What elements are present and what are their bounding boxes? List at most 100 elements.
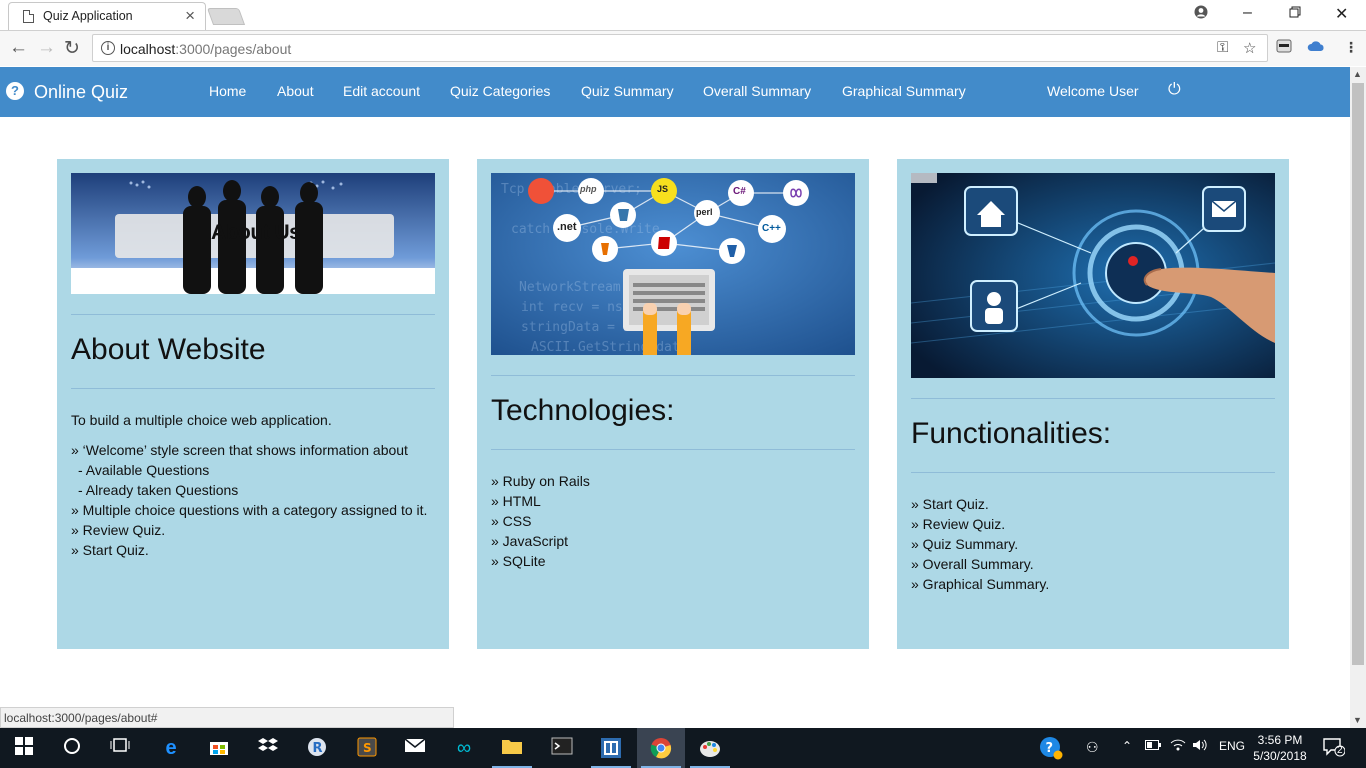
- profile-icon[interactable]: [1194, 5, 1208, 24]
- svg-text:ASCII.GetString(data: ASCII.GetString(data: [531, 340, 688, 355]
- about-heading: About Website: [71, 333, 266, 366]
- about-intro: To build a multiple choice web applicati…: [71, 412, 332, 428]
- forward-icon[interactable]: →: [37, 37, 56, 59]
- browser-toolbar: ← → ↻ i localhost:3000/pages/about ⚿ ☆ ⋮: [0, 30, 1366, 66]
- language-indicator[interactable]: ENG: [1219, 739, 1245, 753]
- chrome-icon[interactable]: [649, 737, 673, 759]
- page-icon: [23, 10, 34, 23]
- close-window-icon[interactable]: ✕: [1335, 4, 1348, 24]
- r-icon[interactable]: R: [305, 737, 329, 759]
- nav-overall-summary[interactable]: Overall Summary: [703, 83, 811, 99]
- nav-edit-account[interactable]: Edit account: [343, 83, 420, 99]
- technologies-heading: Technologies:: [491, 394, 675, 427]
- edge-icon[interactable]: e: [159, 737, 183, 759]
- divider: [71, 388, 435, 389]
- browser-tab[interactable]: Quiz Application ×: [8, 2, 206, 30]
- notification-count: 2: [1337, 745, 1343, 756]
- scroll-down-icon[interactable]: ▼: [1353, 715, 1362, 725]
- list-item: » Overall Summary.: [911, 556, 1034, 572]
- list-item: » ‘Welcome’ style screen that shows info…: [71, 442, 408, 458]
- store-icon[interactable]: [207, 737, 231, 759]
- list-item: » JavaScript: [491, 533, 569, 549]
- scrollbar-thumb[interactable]: [1352, 83, 1364, 665]
- minimize-icon[interactable]: –: [1243, 4, 1252, 22]
- clock[interactable]: 3:56 PM 5/30/2018: [1250, 732, 1310, 764]
- perl-logo: perl: [696, 207, 713, 217]
- functionalities-heading: Functionalities:: [911, 417, 1112, 450]
- technologies-image: Tcp enable:server; catch Console.Write N…: [491, 173, 855, 355]
- vertical-scrollbar[interactable]: ▲ ▼: [1350, 67, 1366, 728]
- help-tray-icon[interactable]: ?: [1039, 736, 1063, 763]
- functionalities-list: » Start Quiz. » Review Quiz. » Quiz Summ…: [911, 494, 1275, 594]
- nav-quiz-categories[interactable]: Quiz Categories: [450, 83, 550, 99]
- svg-text:R: R: [313, 741, 323, 756]
- divider: [911, 472, 1275, 473]
- clock-time: 3:56 PM: [1257, 733, 1303, 747]
- bookmark-star-icon[interactable]: ☆: [1243, 39, 1256, 57]
- nav-quiz-summary[interactable]: Quiz Summary: [581, 83, 674, 99]
- back-icon[interactable]: ←: [9, 37, 28, 59]
- battery-icon[interactable]: [1145, 739, 1161, 753]
- reload-icon[interactable]: ↻: [64, 37, 80, 60]
- volume-icon[interactable]: [1192, 739, 1208, 754]
- terminal-icon[interactable]: [550, 737, 574, 759]
- list-item: » Start Quiz.: [911, 496, 989, 512]
- svg-text:S: S: [363, 741, 372, 755]
- list-item: » HTML: [491, 493, 541, 509]
- task-view-icon[interactable]: [108, 737, 132, 759]
- nav-graphical-summary[interactable]: Graphical Summary: [842, 83, 966, 99]
- list-item: » Ruby on Rails: [491, 473, 590, 489]
- incognito-extension-icon[interactable]: [1276, 39, 1292, 56]
- info-icon[interactable]: i: [101, 41, 115, 55]
- list-item: » Review Quiz.: [71, 522, 166, 538]
- windows-start-icon[interactable]: [12, 737, 36, 759]
- php-logo: php: [580, 184, 597, 194]
- js-logo: JS: [657, 184, 669, 194]
- windows-taskbar: e R S ∞ ? ⚇ ⌃ ENG 3:56 PM 5/30/2018 2: [0, 728, 1366, 768]
- cloud-extension-icon[interactable]: [1307, 39, 1325, 55]
- list-item: » Quiz Summary.: [911, 536, 1019, 552]
- people-icon[interactable]: ⚇: [1086, 739, 1099, 756]
- menu-icon[interactable]: ⋮: [1344, 39, 1358, 56]
- dotnet-logo: .net: [557, 221, 577, 233]
- divider: [71, 314, 435, 315]
- brand-link[interactable]: Online Quiz: [34, 82, 128, 103]
- question-icon: ?: [6, 82, 24, 100]
- app-window-icon[interactable]: [599, 737, 623, 759]
- nav-about[interactable]: About: [277, 83, 314, 99]
- chevron-up-icon[interactable]: ⌃: [1122, 739, 1132, 753]
- list-item: - Already taken Questions: [78, 482, 239, 498]
- arduino-icon[interactable]: ∞: [452, 737, 476, 759]
- app-navbar: ? Online Quiz Home About Edit account Qu…: [0, 67, 1350, 117]
- cpp-logo: C++: [762, 223, 781, 234]
- list-item: » Review Quiz.: [911, 516, 1006, 532]
- list-item: » Graphical Summary.: [911, 576, 1050, 592]
- close-tab-icon[interactable]: ×: [185, 6, 195, 26]
- paint-icon[interactable]: [698, 737, 722, 759]
- address-bar[interactable]: i localhost:3000/pages/about ⚿ ☆: [92, 34, 1268, 62]
- key-icon[interactable]: ⚿: [1217, 39, 1228, 56]
- about-panel: About Us About Website To build a multip…: [57, 159, 449, 649]
- sublime-icon[interactable]: S: [355, 737, 379, 759]
- about-us-image: About Us: [71, 173, 435, 294]
- new-tab-button[interactable]: [206, 8, 246, 25]
- power-icon[interactable]: ⏻: [1168, 81, 1181, 99]
- scroll-up-icon[interactable]: ▲: [1353, 69, 1362, 79]
- svg-text:Tcp enable:server;: Tcp enable:server;: [501, 182, 642, 197]
- dropbox-icon[interactable]: [256, 737, 280, 759]
- file-explorer-icon[interactable]: [500, 737, 524, 759]
- mail-icon[interactable]: [403, 737, 427, 759]
- wifi-icon[interactable]: [1170, 739, 1186, 754]
- technologies-panel: Tcp enable:server; catch Console.Write N…: [477, 159, 869, 649]
- divider: [491, 449, 855, 450]
- functionalities-image: [911, 173, 1275, 378]
- svg-text:?: ?: [1046, 741, 1054, 756]
- search-circle-icon[interactable]: [60, 737, 84, 759]
- nav-home[interactable]: Home: [209, 83, 246, 99]
- list-item: » CSS: [491, 513, 532, 529]
- restore-icon[interactable]: [1289, 5, 1301, 23]
- welcome-user-link[interactable]: Welcome User: [1047, 83, 1139, 99]
- browser-tab-bar: Quiz Application × – ✕: [0, 0, 1366, 30]
- url-text: localhost:3000/pages/about: [120, 41, 292, 57]
- about-list: » ‘Welcome’ style screen that shows info…: [71, 440, 435, 560]
